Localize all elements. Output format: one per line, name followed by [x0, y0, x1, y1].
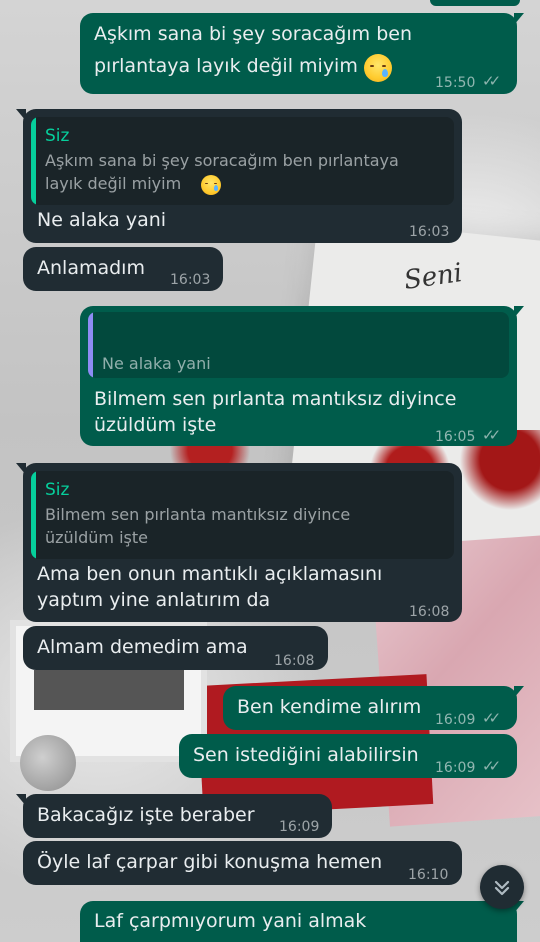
quote-text: Aşkım sana bi şey soracağım ben pırlanta…: [45, 151, 399, 170]
quote-text: layık değil miyim: [45, 174, 182, 193]
quoted-message[interactable]: Ne alaka yani: [88, 312, 509, 378]
message-text: Ben kendime alırım: [237, 696, 422, 718]
message-text: Bilmem sen pırlanta mantıksız diyince: [94, 388, 457, 410]
message-text: pırlantaya layık değil miyim: [94, 55, 358, 77]
message-text: Bakacağız işte beraber: [37, 804, 255, 826]
crying-face-emoji: [201, 175, 221, 195]
message-text: Aşkım sana bi şey soracağım ben: [94, 23, 412, 45]
double-check-icon: ✓✓: [482, 757, 501, 775]
double-check-icon: ✓✓: [482, 72, 501, 90]
message-text: Laf çarpmıyorum yani almak: [94, 910, 367, 932]
message-incoming[interactable]: Siz Aşkım sana bi şey soracağım ben pırl…: [16, 109, 462, 243]
message-time: 16:09: [279, 819, 320, 835]
message-time: 16:09: [435, 760, 476, 776]
message-outgoing[interactable]: Ben kendime alırım 16:09 ✓✓: [223, 686, 524, 730]
message-text: Almam demedim ama: [37, 636, 248, 658]
message-incoming[interactable]: Almam demedim ama 16:08: [23, 626, 328, 670]
message-text: Anlamadım: [37, 257, 145, 279]
chat-thread: Aşkım sana bi şey soracağım ben pırlanta…: [0, 0, 540, 942]
message-text: Öyle laf çarpar gibi konuşma hemen: [37, 851, 383, 873]
message-text: üzüldüm işte: [94, 414, 217, 436]
quote-text: Ne alaka yani: [102, 354, 211, 373]
message-text: Ama ben onun mantıklı açıklamasını: [37, 563, 383, 585]
message-incoming[interactable]: Öyle laf çarpar gibi konuşma hemen 16:10: [23, 841, 462, 885]
message-time: 16:09: [435, 712, 476, 728]
message-time: 15:50: [435, 75, 476, 91]
scroll-to-bottom-button[interactable]: [480, 865, 524, 909]
quote-sender: Siz: [45, 126, 70, 146]
message-text: Ne alaka yani: [37, 209, 167, 231]
message-time: 16:05: [435, 429, 476, 445]
chevron-double-down-icon: [492, 874, 512, 898]
quoted-message[interactable]: Siz Bilmem sen pırlanta mantıksız diyinc…: [31, 471, 454, 559]
message-incoming[interactable]: Siz Bilmem sen pırlanta mantıksız diyinc…: [16, 463, 462, 622]
quote-text: üzüldüm işte: [45, 528, 148, 547]
message-outgoing[interactable]: Aşkım sana bi şey soracağım ben pırlanta…: [80, 13, 524, 94]
message-outgoing[interactable]: Ne alaka yani Bilmem sen pırlanta mantık…: [80, 306, 524, 446]
message-time: 16:03: [409, 224, 450, 240]
message-time: 16:08: [409, 604, 450, 620]
message-time: 16:10: [408, 867, 449, 883]
crying-face-emoji: [364, 54, 392, 82]
message-time: 16:08: [274, 653, 315, 669]
previous-message-edge: [430, 0, 520, 6]
quoted-message[interactable]: Siz Aşkım sana bi şey soracağım ben pırl…: [31, 117, 454, 205]
quote-text: Bilmem sen pırlanta mantıksız diyince: [45, 505, 351, 524]
message-incoming[interactable]: Anlamadım 16:03: [23, 247, 223, 291]
message-outgoing[interactable]: Laf çarpmıyorum yani almak: [80, 901, 524, 942]
message-time: 16:03: [170, 272, 211, 288]
double-check-icon: ✓✓: [482, 426, 501, 444]
message-outgoing[interactable]: Sen istediğini alabilirsin 16:09 ✓✓: [179, 734, 517, 778]
message-incoming[interactable]: Bakacağız işte beraber 16:09: [16, 794, 332, 838]
double-check-icon: ✓✓: [482, 709, 501, 727]
quote-sender: Siz: [45, 480, 70, 500]
message-text: yaptım yine anlatırım da: [37, 589, 271, 611]
message-text: Sen istediğini alabilirsin: [193, 744, 419, 766]
